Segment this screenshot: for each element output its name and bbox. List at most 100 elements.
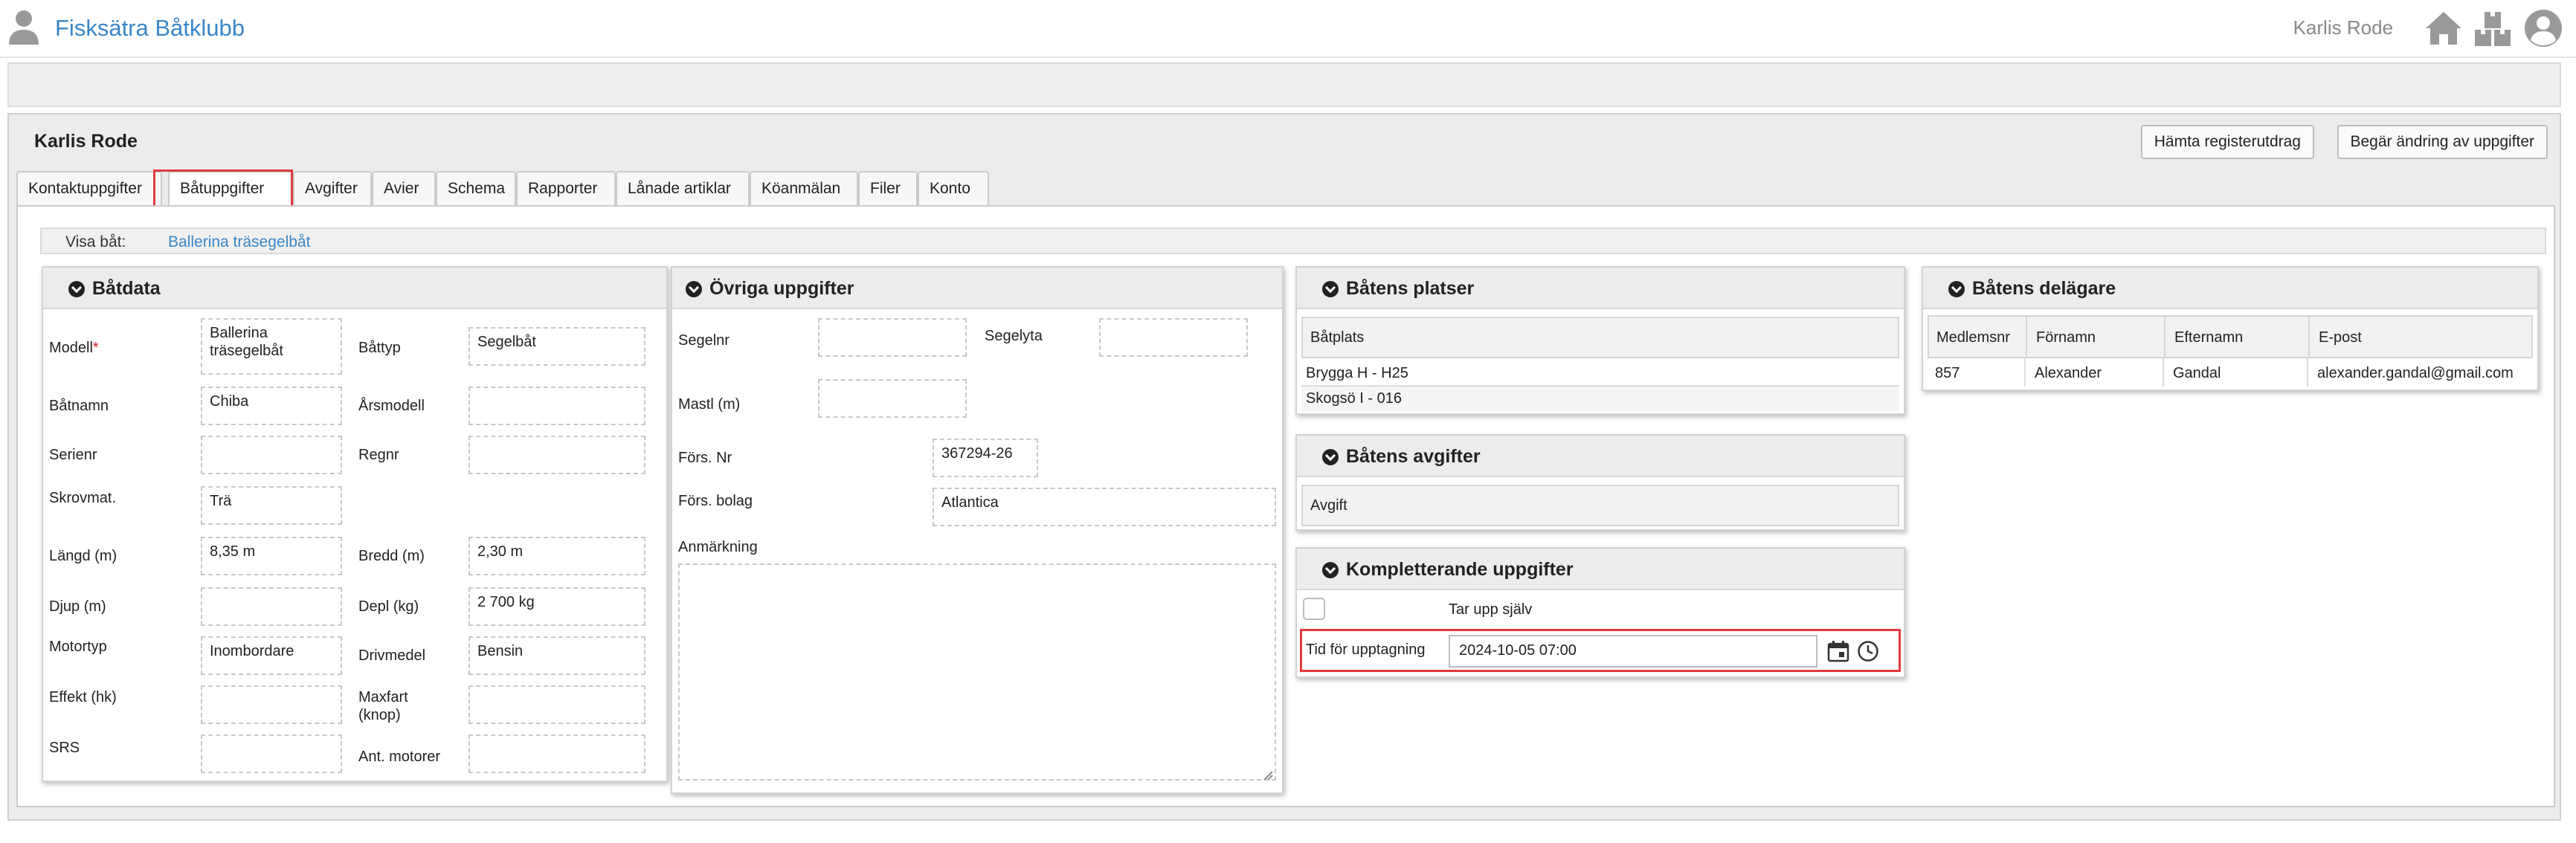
avgift-column-header: Avgift	[1310, 497, 1347, 514]
anmarkning-textarea[interactable]	[678, 563, 1276, 781]
segelyta-field[interactable]	[1099, 318, 1248, 357]
platser-panel: Båtens platser Båtplats Brygga H - H25 S…	[1295, 266, 1905, 415]
ovriga-header: Övriga uppgifter	[672, 268, 1282, 309]
account-icon[interactable]	[2522, 7, 2564, 49]
visa-bat-link[interactable]: Ballerina träsegelbåt	[168, 233, 310, 251]
tab-filer[interactable]: Filer	[858, 171, 918, 205]
col-divider	[2307, 358, 2308, 387]
resize-handle-icon[interactable]	[1263, 767, 1273, 781]
arsmodell-label: Årsmodell	[358, 398, 425, 414]
efternamn-column-header: Efternamn	[2174, 329, 2244, 346]
tab-kontaktuppgifter[interactable]: Kontaktuppgifter	[16, 171, 162, 205]
motortyp-field[interactable]: Inombordare	[201, 636, 342, 675]
required-mark: *	[92, 340, 99, 356]
epost-column-header: E-post	[2319, 329, 2362, 346]
header-username: Karlis Rode	[2293, 16, 2393, 39]
drivmedel-field[interactable]: Bensin	[468, 636, 645, 675]
tab-koanmalan[interactable]: Köanmälan	[750, 171, 858, 205]
user-icon	[7, 9, 40, 46]
mastl-label: Mastl (m)	[678, 396, 741, 413]
col-divider	[2308, 317, 2310, 357]
anmarkning-label: Anmärkning	[678, 539, 758, 555]
chevron-down-icon[interactable]	[1322, 562, 1339, 578]
brand-title[interactable]: Fisksätra Båtklubb	[55, 15, 245, 42]
delagare-epost: alexander.gandal@gmail.com	[2317, 365, 2514, 381]
tid-upptagning-input[interactable]: 2024-10-05 07:00	[1449, 635, 1817, 668]
platser-table-header: Båtplats	[1301, 317, 1899, 358]
platser-row-1: Brygga H - H25	[1306, 365, 1408, 381]
ovriga-title: Övriga uppgifter	[709, 278, 854, 299]
depl-label: Depl (kg)	[358, 598, 419, 615]
delagare-table-header: Medlemsnr Förnamn Efternamn E-post	[1928, 315, 2533, 358]
batnamn-label: Båtnamn	[49, 398, 109, 414]
col-divider	[2026, 317, 2027, 357]
calendar-icon[interactable]	[1826, 639, 1850, 663]
tab-lanade-artiklar[interactable]: Lånade artiklar	[616, 171, 750, 205]
boxes-icon[interactable]	[2472, 7, 2514, 49]
tab-rapporter[interactable]: Rapporter	[516, 171, 616, 205]
visa-bat-row: Visa båt: Ballerina träsegelbåt	[40, 227, 2546, 254]
platser-header: Båtens platser	[1297, 268, 1904, 309]
home-icon[interactable]	[2423, 7, 2464, 49]
mastl-field[interactable]	[818, 379, 967, 418]
top-bar: Fisksätra Båtklubb Karlis Rode	[0, 0, 2576, 58]
batdata-panel: Båtdata Modell* Ballerina träsegelbåt Bå…	[42, 266, 668, 782]
chevron-down-icon[interactable]	[686, 281, 702, 297]
serienr-field[interactable]	[201, 436, 342, 474]
segelyta-label: Segelyta	[985, 328, 1043, 344]
toolbar-strip	[7, 62, 2561, 107]
kompletterande-title: Kompletterande uppgifter	[1346, 559, 1574, 580]
arsmodell-field[interactable]	[468, 387, 645, 425]
motortyp-label: Motortyp	[49, 639, 107, 655]
tar-upp-sjalv-checkbox[interactable]	[1303, 598, 1325, 620]
tab-konto[interactable]: Konto	[918, 171, 989, 205]
delagare-medlemsnr: 857	[1935, 365, 1960, 381]
antmotorer-field[interactable]	[468, 734, 645, 773]
tab-schema[interactable]: Schema	[436, 171, 516, 205]
effekt-field[interactable]	[201, 685, 342, 724]
delagare-efternamn: Gandal	[2173, 365, 2221, 381]
chevron-down-icon[interactable]	[1322, 449, 1339, 465]
segelnr-field[interactable]	[818, 318, 967, 357]
batdata-header: Båtdata	[43, 268, 666, 309]
request-change-button[interactable]: Begär ändring av uppgifter	[2337, 125, 2548, 159]
forsbolag-field[interactable]: Atlantica	[933, 488, 1276, 526]
tab-avier[interactable]: Avier	[372, 171, 436, 205]
drivmedel-label: Drivmedel	[358, 647, 426, 664]
tar-upp-sjalv-label: Tar upp själv	[1449, 601, 1533, 618]
kompletterande-panel: Kompletterande uppgifter Tar upp själv T…	[1295, 547, 1905, 678]
member-panel: Karlis Rode Hämta registerutdrag Begär ä…	[7, 113, 2561, 821]
forsnr-field[interactable]: 367294-26	[933, 439, 1038, 477]
maxfart-field[interactable]	[468, 685, 645, 724]
member-name: Karlis Rode	[34, 131, 138, 152]
antmotorer-label: Ant. motorer	[358, 749, 441, 765]
regnr-field[interactable]	[468, 436, 645, 474]
avgifter-table-header: Avgift	[1301, 485, 1899, 526]
langd-field[interactable]: 8,35 m	[201, 537, 342, 575]
djup-field[interactable]	[201, 587, 342, 626]
chevron-down-icon[interactable]	[1948, 281, 1965, 297]
tid-upptagning-label: Tid för upptagning	[1306, 642, 1426, 658]
batdata-title: Båtdata	[92, 278, 161, 299]
depl-field[interactable]: 2 700 kg	[468, 587, 645, 626]
platser-title: Båtens platser	[1346, 278, 1475, 299]
forsbolag-label: Förs. bolag	[678, 493, 753, 509]
segelnr-label: Segelnr	[678, 332, 730, 349]
avgifter-panel: Båtens avgifter Avgift	[1295, 434, 1905, 531]
chevron-down-icon[interactable]	[68, 281, 85, 297]
batnamn-field[interactable]: Chiba	[201, 387, 342, 425]
batplats-column-header: Båtplats	[1310, 329, 1365, 346]
battyp-field[interactable]: Segelbåt	[468, 327, 645, 366]
tab-avgifter[interactable]: Avgifter	[293, 171, 372, 205]
bredd-field[interactable]: 2,30 m	[468, 537, 645, 575]
clock-icon[interactable]	[1856, 639, 1880, 663]
ovriga-panel: Övriga uppgifter Segelnr Segelyta Mastl …	[671, 266, 1284, 794]
srs-field[interactable]	[201, 734, 342, 773]
chevron-down-icon[interactable]	[1322, 281, 1339, 297]
skrovmat-field[interactable]: Trä	[201, 486, 342, 525]
platser-row-2: Skogsö I - 016	[1306, 390, 1402, 407]
fetch-register-button[interactable]: Hämta registerutdrag	[2140, 125, 2314, 159]
modell-field[interactable]: Ballerina träsegelbåt	[201, 318, 342, 375]
maxfart-label: Maxfart (knop)	[358, 689, 408, 723]
djup-label: Djup (m)	[49, 598, 106, 615]
